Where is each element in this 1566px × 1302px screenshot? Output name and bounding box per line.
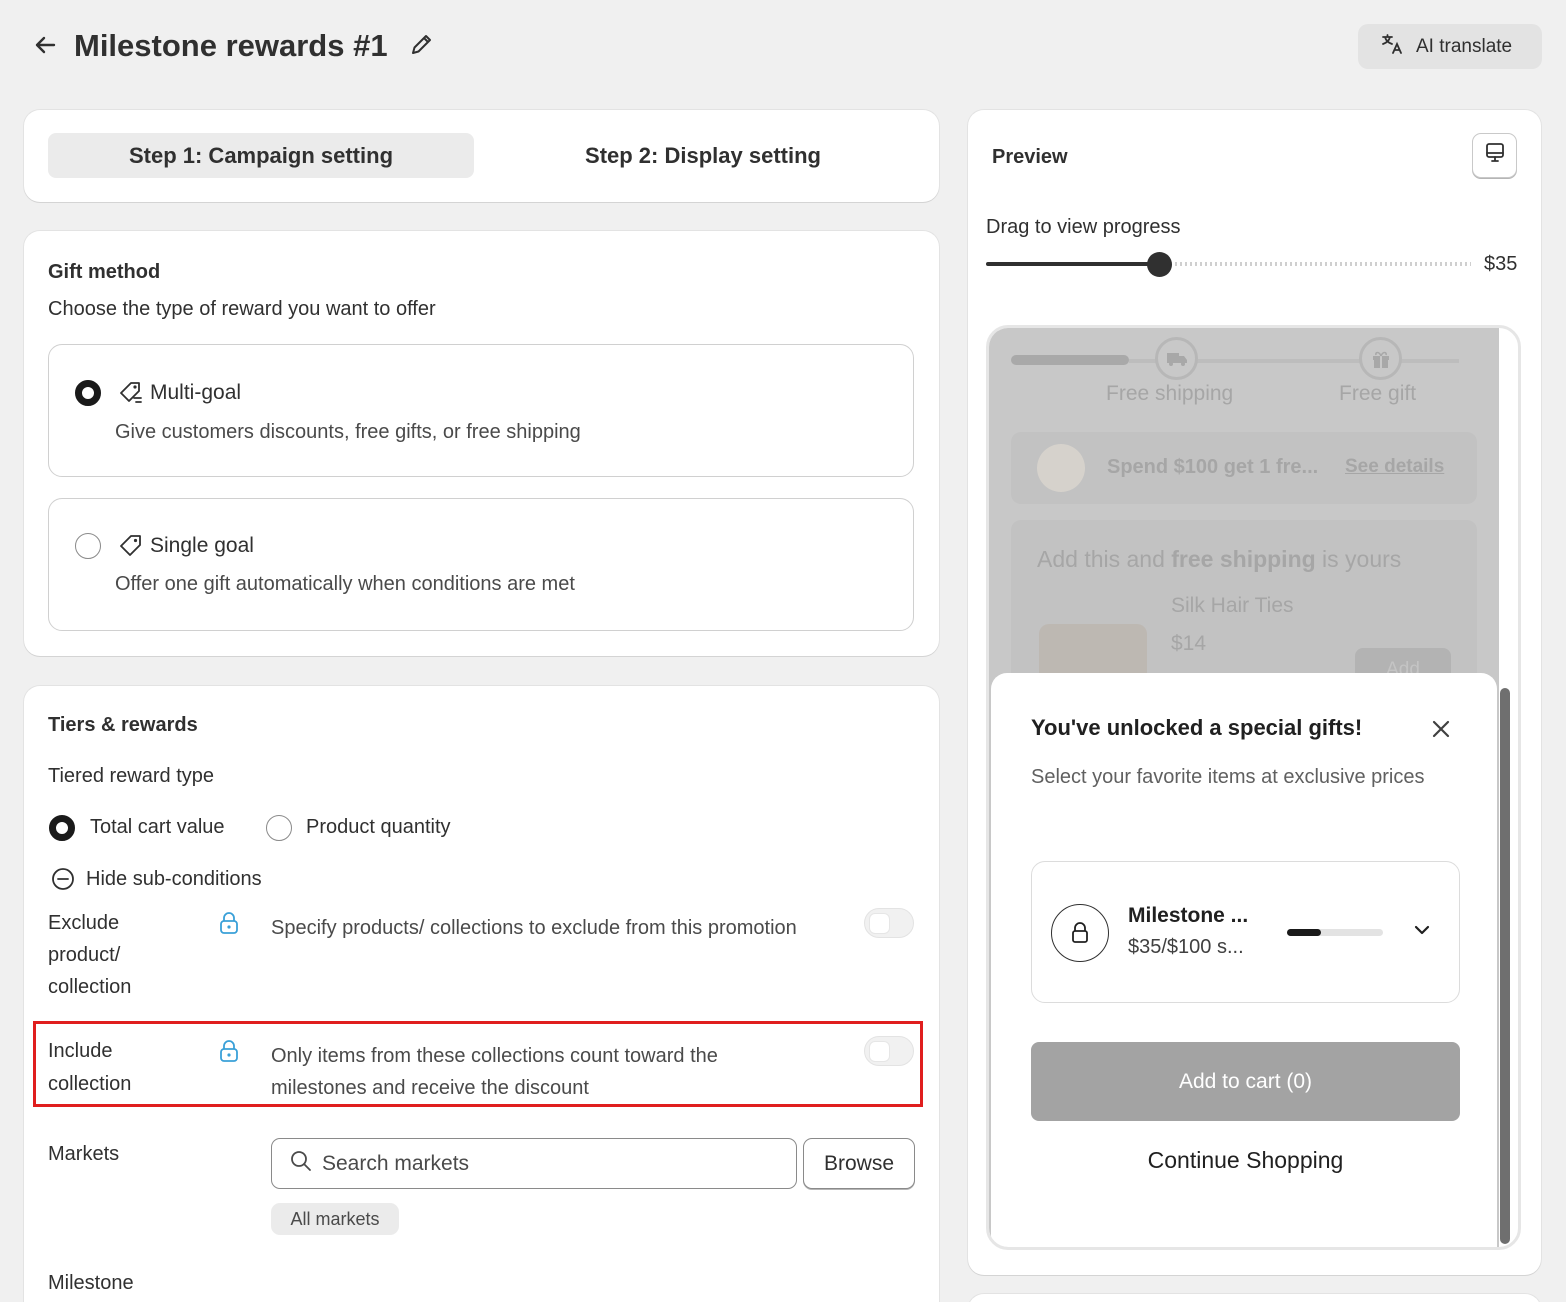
pencil-icon[interactable]: [408, 30, 436, 58]
total-cart-value-radio[interactable]: [49, 815, 75, 841]
browse-button[interactable]: Browse: [803, 1138, 915, 1189]
bg-upsell-prefix: Add this and: [1037, 546, 1172, 572]
markets-label: Markets: [48, 1143, 120, 1165]
progress-slider-track[interactable]: [986, 262, 1471, 266]
next-preview-card: [968, 1294, 1541, 1302]
progress-slider-handle[interactable]: [1147, 252, 1172, 277]
bg-see-details: See details: [1345, 456, 1445, 477]
exclude-toggle[interactable]: [864, 908, 914, 938]
milestone-progress-bar: [1287, 929, 1383, 936]
exclude-label-line3: collection: [48, 976, 132, 998]
search-markets-input[interactable]: Search markets: [271, 1138, 797, 1189]
phone-preview: Free shipping Free gift Spend $100 get 1…: [986, 325, 1521, 1250]
single-goal-description: Offer one gift automatically when condit…: [115, 573, 575, 595]
single-goal-radio[interactable]: [75, 533, 101, 559]
steps-card: Step 1: Campaign setting Step 2: Display…: [24, 110, 939, 202]
include-collection-highlight: [33, 1021, 923, 1107]
gift-modal: You've unlocked a special gifts! Select …: [991, 673, 1497, 1247]
bg-upsell-bold: free shipping: [1171, 546, 1316, 572]
product-quantity-label[interactable]: Product quantity: [306, 816, 451, 839]
milestone-label: Milestone: [48, 1272, 134, 1294]
discount-tag-icon: [118, 380, 144, 411]
milestone-name: Milestone ...: [1128, 904, 1249, 927]
ai-translate-button[interactable]: AI translate: [1358, 24, 1542, 69]
product-quantity-radio[interactable]: [266, 815, 292, 841]
bg-product-price: $14: [1171, 632, 1207, 655]
reward-type-label: Tiered reward type: [48, 765, 214, 787]
preview-scrollbar[interactable]: [1500, 688, 1510, 1244]
preview-card: Preview Drag to view progress $35 Free s…: [968, 110, 1541, 1275]
minus-circle-icon[interactable]: [51, 867, 75, 896]
ai-translate-label: AI translate: [1416, 35, 1513, 57]
modal-title: You've unlocked a special gifts!: [1031, 715, 1363, 740]
add-to-cart-button[interactable]: Add to cart (0): [1031, 1042, 1460, 1121]
lock-icon: [1051, 904, 1109, 962]
single-goal-label: Single goal: [150, 534, 254, 557]
multi-goal-radio[interactable]: [75, 380, 101, 406]
milestone-card[interactable]: Milestone ... $35/$100 s...: [1031, 861, 1460, 1003]
continue-shopping-link[interactable]: Continue Shopping: [1031, 1147, 1460, 1174]
milestone-progress-fill: [1287, 929, 1321, 936]
multi-goal-description: Give customers discounts, free gifts, or…: [115, 421, 581, 443]
milestone-progress-text: $35/$100 s...: [1128, 936, 1244, 958]
modal-description: Select your favorite items at exclusive …: [1031, 766, 1425, 788]
bg-free-gift: Free gift: [1339, 382, 1417, 405]
translate-icon: [1380, 32, 1404, 62]
bg-promo-thumbnail: [1037, 444, 1085, 492]
multi-goal-label: Multi-goal: [150, 381, 242, 404]
desktop-view-button[interactable]: [1472, 133, 1517, 178]
all-markets-chip[interactable]: All markets: [271, 1203, 399, 1235]
gift-method-description: Choose the type of reward you want to of…: [48, 298, 436, 320]
bg-free-shipping: Free shipping: [1106, 382, 1234, 405]
tab-campaign-setting[interactable]: Step 1: Campaign setting: [48, 133, 474, 178]
gift-method-title: Gift method: [48, 261, 161, 283]
monitor-icon: [1483, 141, 1507, 170]
drag-progress-label: Drag to view progress: [986, 216, 1181, 238]
bg-progress-bar: [1011, 355, 1129, 365]
gift-method-card: Gift method Choose the type of reward yo…: [24, 231, 939, 656]
close-icon[interactable]: [1431, 715, 1451, 746]
bg-upsell-suffix: is yours: [1315, 546, 1402, 572]
progress-slider-value: $35: [1484, 253, 1518, 275]
back-arrow-icon[interactable]: [30, 30, 60, 60]
bg-promo-banner: Spend $100 get 1 fre... See details: [1011, 432, 1477, 504]
progress-slider-rest: [1160, 262, 1471, 266]
tiers-rewards-card: Tiers & rewards Tiered reward type Total…: [24, 686, 939, 1302]
hide-sub-conditions-link[interactable]: Hide sub-conditions: [86, 868, 262, 891]
truck-icon: [1155, 337, 1198, 380]
exclude-description: Specify products/ collections to exclude…: [271, 917, 797, 939]
gift-icon: [1359, 337, 1402, 380]
option-single-goal[interactable]: Single goal Offer one gift automatically…: [48, 498, 914, 631]
chevron-down-icon[interactable]: [1412, 920, 1432, 940]
tag-icon: [118, 533, 144, 564]
tiers-title: Tiers & rewards: [48, 714, 198, 736]
lock-icon: [218, 911, 240, 935]
search-markets-placeholder: Search markets: [322, 1151, 470, 1175]
total-cart-value-label[interactable]: Total cart value: [90, 816, 225, 839]
preview-title: Preview: [992, 146, 1068, 168]
exclude-label-line2: product/: [48, 944, 121, 966]
bg-product-name: Silk Hair Ties: [1171, 594, 1294, 617]
progress-slider-fill: [986, 262, 1160, 266]
bg-promo-text: Spend $100 get 1 fre...: [1107, 456, 1319, 478]
search-icon: [290, 1150, 312, 1178]
option-multi-goal[interactable]: Multi-goal Give customers discounts, fre…: [48, 344, 914, 477]
exclude-label-line1: Exclude: [48, 912, 120, 934]
page-header: Milestone rewards #1 AI translate: [0, 0, 1566, 96]
bg-upsell-text: Add this and free shipping is yours: [1037, 546, 1401, 573]
tab-display-setting[interactable]: Step 2: Display setting: [490, 133, 916, 178]
page-title: Milestone rewards #1: [74, 28, 388, 63]
